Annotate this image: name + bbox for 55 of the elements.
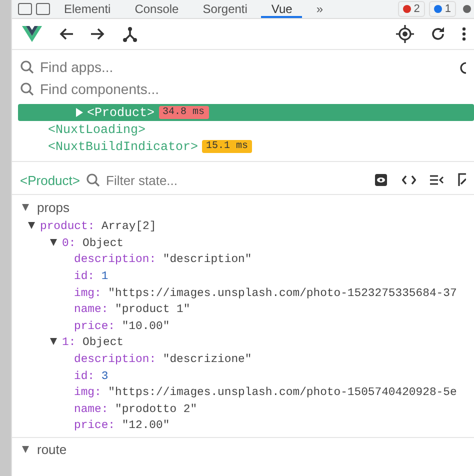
state-entry: id: 1 (74, 271, 108, 284)
devtools-tab[interactable]: Console (124, 0, 189, 18)
expanded-caret-icon[interactable] (50, 338, 57, 346)
count-badge[interactable]: 1 (428, 1, 456, 17)
expand-caret-icon[interactable] (76, 108, 83, 117)
inspect-icon[interactable] (18, 3, 32, 15)
device-icon[interactable] (36, 3, 50, 15)
expanded-caret-icon[interactable] (22, 446, 29, 454)
target-icon[interactable] (396, 25, 414, 43)
code-icon[interactable] (402, 174, 416, 186)
devtools-tab[interactable]: Sorgenti (192, 0, 258, 18)
component-tree-icon[interactable] (122, 26, 138, 42)
open-external-icon[interactable] (458, 173, 466, 187)
find-apps-field[interactable]: Find apps... (40, 59, 450, 75)
state-entry: 0: Object (62, 238, 124, 250)
render-time-badge: 34.8 ms (158, 106, 209, 119)
state-entry: name: "prodotto 2" (74, 404, 198, 416)
back-arrow-icon[interactable] (58, 27, 74, 41)
find-components-field[interactable]: Find components... (40, 81, 466, 97)
count-badge[interactable]: 2 (398, 1, 425, 17)
settings-icon[interactable] (460, 3, 474, 15)
state-entry: price: "10.00" (74, 320, 170, 333)
search-icon (86, 173, 100, 187)
component-tree-row[interactable]: <NuxtBuildIndicator> 15.1 ms (18, 138, 474, 155)
vue-logo-icon (22, 25, 42, 43)
state-entry: img: "https://images.unsplash.com/photo-1505740420928-5e (74, 387, 457, 400)
state-entry: price: "12.00" (74, 420, 170, 432)
devtools-tab[interactable]: Elementi (54, 0, 121, 18)
component-name: <NuxtLoading> (48, 122, 146, 136)
state-entry: 1: Object (62, 337, 124, 350)
component-tree-row[interactable]: <Product> 34.8 ms (18, 104, 474, 121)
section-title[interactable]: props (37, 200, 70, 214)
state-entry: description: "descrizione" (74, 354, 252, 366)
state-entry: description: "description" (74, 254, 252, 266)
component-name: <Product> (87, 106, 155, 120)
component-name: <NuxtBuildIndicator> (48, 140, 198, 154)
state-entry: product: Array[2] (40, 221, 156, 234)
refresh-icon[interactable] (430, 26, 446, 42)
forward-arrow-icon[interactable] (90, 27, 106, 41)
expanded-caret-icon[interactable] (28, 222, 35, 230)
eye-icon[interactable] (374, 173, 388, 187)
state-entry: name: "product 1" (74, 304, 190, 316)
list-icon[interactable] (430, 174, 444, 186)
expanded-caret-icon[interactable] (50, 238, 57, 246)
more-icon[interactable] (462, 26, 466, 42)
search-icon (20, 82, 34, 96)
state-entry: id: 3 (74, 370, 108, 383)
section-title[interactable]: route (37, 442, 67, 458)
render-time-badge: 15.1 ms (202, 140, 252, 153)
devtools-tab[interactable]: » (306, 0, 334, 18)
devtools-tab[interactable]: Vue (261, 0, 302, 18)
state-entry: img: "https://images.unsplash.com/photo-1523275335684-37 (74, 288, 457, 300)
selected-component-name: <Product> (20, 172, 80, 188)
expanded-caret-icon[interactable] (22, 204, 29, 210)
search-icon (20, 60, 34, 74)
